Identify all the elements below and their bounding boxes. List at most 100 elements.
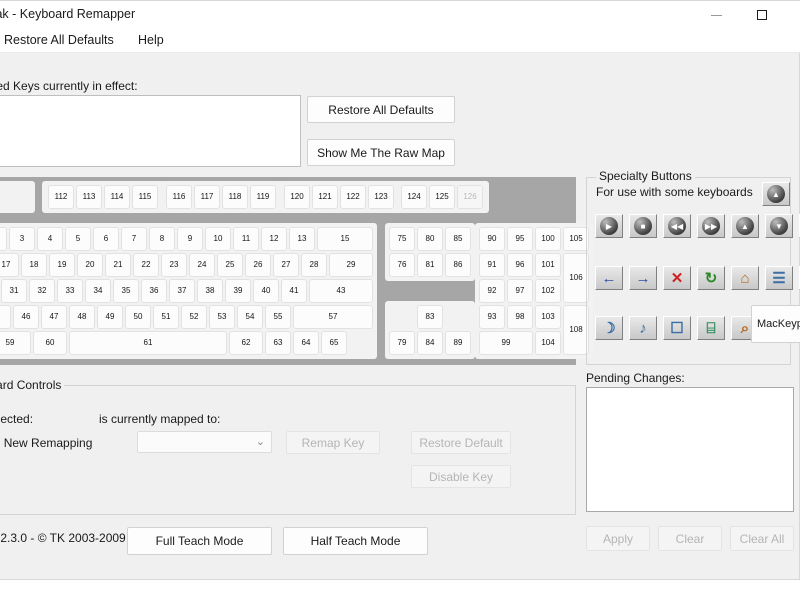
keyboard-key-83[interactable]: 83	[417, 305, 443, 329]
keyboard-key-40[interactable]: 40	[253, 279, 279, 303]
keyboard-key-95[interactable]: 95	[507, 227, 533, 251]
keyboard-key-115[interactable]: 115	[132, 185, 158, 209]
keyboard-key-119[interactable]: 119	[250, 185, 276, 209]
keyboard-key-61[interactable]: 61	[69, 331, 227, 355]
clear-all-button[interactable]: Clear All	[730, 526, 794, 551]
keyboard-key-9[interactable]: 9	[177, 227, 203, 251]
restore-all-defaults-button[interactable]: Restore All Defaults	[307, 96, 455, 123]
keyboard-key-101[interactable]: 101	[535, 253, 561, 277]
maximize-button[interactable]	[739, 1, 785, 29]
keyboard-key-44[interactable]: 44	[0, 305, 11, 329]
keyboard-key-25[interactable]: 25	[217, 253, 243, 277]
keyboard-key-5[interactable]: 5	[65, 227, 91, 251]
keyboard-key-8[interactable]: 8	[149, 227, 175, 251]
keyboard-key-89[interactable]: 89	[445, 331, 471, 355]
keyboard-key-113[interactable]: 113	[76, 185, 102, 209]
browser-search-icon-button[interactable]: ☰	[765, 266, 793, 290]
keyboard-key-41[interactable]: 41	[281, 279, 307, 303]
keyboard-key-43[interactable]: 43	[309, 279, 373, 303]
keyboard-key-52[interactable]: 52	[181, 305, 207, 329]
keyboard-key-47[interactable]: 47	[41, 305, 67, 329]
keyboard-key-32[interactable]: 32	[29, 279, 55, 303]
keyboard-key-64[interactable]: 64	[293, 331, 319, 355]
keyboard-key-38[interactable]: 38	[197, 279, 223, 303]
keyboard-key-12[interactable]: 12	[261, 227, 287, 251]
keyboard-key-79[interactable]: 79	[389, 331, 415, 355]
keyboard-key-18[interactable]: 18	[21, 253, 47, 277]
keyboard-key-124[interactable]: 124	[401, 185, 427, 209]
keyboard-key-91[interactable]: 91	[479, 253, 505, 277]
keyboard-key-86[interactable]: 86	[445, 253, 471, 277]
keyboard-key-122[interactable]: 122	[340, 185, 366, 209]
pending-changes-list[interactable]	[586, 387, 794, 512]
my-computer-icon-button[interactable]: ☐	[663, 316, 691, 340]
remapped-keys-list[interactable]: None	[0, 95, 301, 167]
keyboard-key-20[interactable]: 20	[77, 253, 103, 277]
keyboard-key-85[interactable]: 85	[445, 227, 471, 251]
keyboard-key-39[interactable]: 39	[225, 279, 251, 303]
keyboard-key-37[interactable]: 37	[169, 279, 195, 303]
keyboard-key-102[interactable]: 102	[535, 279, 561, 303]
keyboard-key-125[interactable]: 125	[429, 185, 455, 209]
menu-item-restore-all-defaults[interactable]: Restore All Defaults	[0, 32, 119, 50]
keyboard-key-10[interactable]: 10	[205, 227, 231, 251]
keyboard-key-126[interactable]: 126	[457, 185, 483, 209]
keyboard-key-100[interactable]: 100	[535, 227, 561, 251]
show-raw-map-button[interactable]: Show Me The Raw Map	[307, 139, 455, 166]
new-remapping-select[interactable]: ⌄	[137, 431, 272, 453]
browser-back-icon-button[interactable]: ←	[595, 266, 623, 290]
keyboard-key-60[interactable]: 60	[33, 331, 67, 355]
eject-icon-button[interactable]: ▲	[762, 182, 790, 206]
fast-forward-icon-button[interactable]: ▶▶	[697, 214, 725, 238]
volume-up-icon-button[interactable]: ▲	[731, 214, 759, 238]
disable-key-button[interactable]: Disable Key	[411, 465, 511, 488]
keyboard-key-33[interactable]: 33	[57, 279, 83, 303]
keyboard-key-34[interactable]: 34	[85, 279, 111, 303]
calculator-icon-button[interactable]: ⌸	[697, 316, 725, 340]
keyboard-key-28[interactable]: 28	[301, 253, 327, 277]
keyboard-key-80[interactable]: 80	[417, 227, 443, 251]
browser-forward-icon-button[interactable]: →	[629, 266, 657, 290]
play-icon-button[interactable]: ▶	[595, 214, 623, 238]
browser-home-icon-button[interactable]: ⌂	[731, 266, 759, 290]
keyboard-key-6[interactable]: 6	[93, 227, 119, 251]
close-button[interactable]: ✕	[785, 1, 800, 29]
restore-default-button[interactable]: Restore Default	[411, 431, 511, 454]
keyboard-key-59[interactable]: 59	[0, 331, 31, 355]
stop-icon-button[interactable]: ■	[629, 214, 657, 238]
keyboard-key-90[interactable]: 90	[479, 227, 505, 251]
keyboard-key-21[interactable]: 21	[105, 253, 131, 277]
keyboard-key-49[interactable]: 49	[97, 305, 123, 329]
browser-stop-icon-button[interactable]: ✕	[663, 266, 691, 290]
keyboard-key-84[interactable]: 84	[417, 331, 443, 355]
keyboard-key-53[interactable]: 53	[209, 305, 235, 329]
keyboard-key-63[interactable]: 63	[265, 331, 291, 355]
keyboard-key-98[interactable]: 98	[507, 305, 533, 329]
keyboard-key-55[interactable]: 55	[265, 305, 291, 329]
keyboard-key-4[interactable]: 4	[37, 227, 63, 251]
apply-button[interactable]: Apply	[586, 526, 650, 551]
keyboard-key-22[interactable]: 22	[133, 253, 159, 277]
keyboard-key-24[interactable]: 24	[189, 253, 215, 277]
keyboard-key-97[interactable]: 97	[507, 279, 533, 303]
mac-keypad-button[interactable]: MacKeypad	[751, 305, 800, 343]
keyboard-key-46[interactable]: 46	[13, 305, 39, 329]
keyboard-key-121[interactable]: 121	[312, 185, 338, 209]
half-teach-mode-button[interactable]: Half Teach Mode	[283, 527, 428, 555]
keyboard-key-7[interactable]: 7	[121, 227, 147, 251]
keyboard-key-81[interactable]: 81	[417, 253, 443, 277]
keyboard-key-75[interactable]: 75	[389, 227, 415, 251]
keyboard-key-112[interactable]: 112	[48, 185, 74, 209]
wake-icon-button[interactable]: ♪	[629, 316, 657, 340]
keyboard-key-3[interactable]: 3	[9, 227, 35, 251]
keyboard-key-23[interactable]: 23	[161, 253, 187, 277]
keyboard-key-29[interactable]: 29	[329, 253, 373, 277]
keyboard-key-27[interactable]: 27	[273, 253, 299, 277]
keyboard-key-62[interactable]: 62	[229, 331, 263, 355]
volume-down-icon-button[interactable]: ▼	[765, 214, 793, 238]
keyboard-key-93[interactable]: 93	[479, 305, 505, 329]
keyboard-key-96[interactable]: 96	[507, 253, 533, 277]
keyboard-key-48[interactable]: 48	[69, 305, 95, 329]
sleep-icon-button[interactable]: ☽	[595, 316, 623, 340]
keyboard-key-57[interactable]: 57	[293, 305, 373, 329]
